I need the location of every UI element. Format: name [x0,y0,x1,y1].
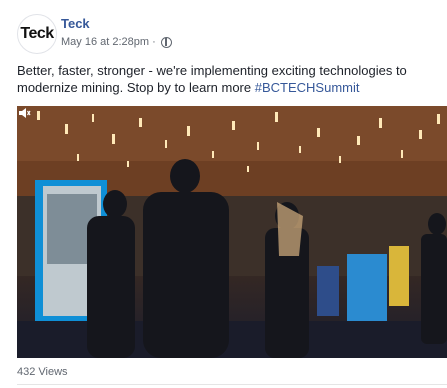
author-name[interactable]: Teck [61,16,90,31]
facebook-post: Teck Teck May 16 at 2:28pm · Better, fas… [0,0,447,388]
volume-icon[interactable] [17,106,31,120]
hashtag-link[interactable]: #BCTECHSummit [255,80,360,95]
video-player[interactable] [17,106,447,358]
view-count: 432 Views [17,366,68,378]
post-text: Better, faster, stronger - we're impleme… [17,62,437,96]
page-avatar[interactable]: Teck [17,14,57,54]
avatar-logo-text: Teck [20,25,54,42]
divider [17,384,447,385]
meta-separator: · [152,36,156,48]
video-frame [17,106,447,358]
globe-icon [160,36,172,48]
post-meta: May 16 at 2:28pm · [61,36,172,48]
post-timestamp[interactable]: May 16 at 2:28pm [61,36,149,48]
